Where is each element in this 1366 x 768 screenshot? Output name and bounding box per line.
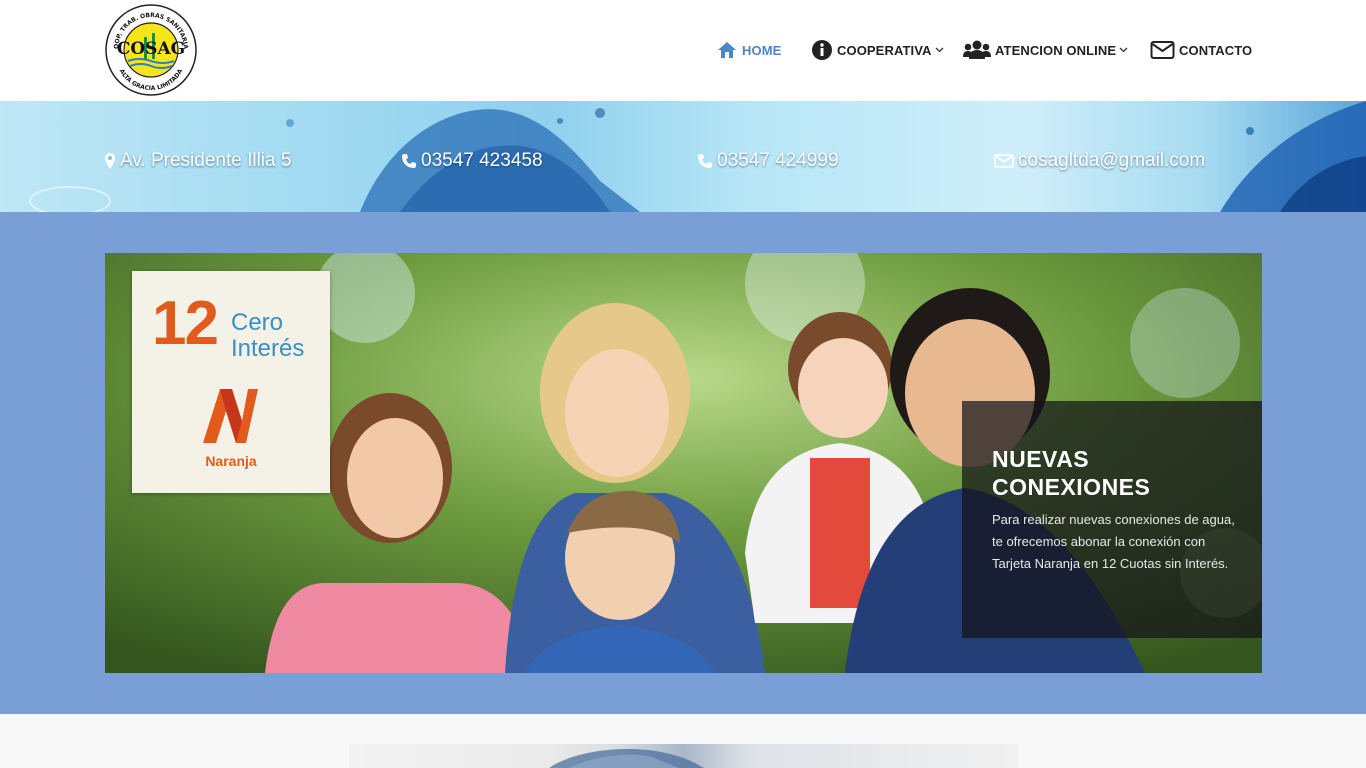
slider-section: 12 Cero Interés Naranja NUEVAS CONEXIONE… [0, 212, 1366, 714]
phone-icon [697, 153, 713, 169]
naranja-logo-icon [198, 381, 264, 454]
promo-line-2: Interés [231, 335, 305, 362]
phone-1-text[interactable]: 03547 423458 [421, 150, 543, 172]
phone-2-info: 03547 424999 [697, 147, 839, 175]
nav-contacto-label: CONTACTO [1179, 42, 1253, 58]
phone-icon [401, 153, 417, 169]
nav-contacto[interactable]: CONTACTO [1150, 30, 1252, 70]
info-circle-icon [811, 39, 833, 61]
nav-cooperativa[interactable]: COOPERATIVA [811, 30, 944, 70]
envelope-icon [1150, 40, 1175, 60]
promo-brand: Naranja [205, 453, 257, 469]
home-icon [716, 40, 738, 60]
chevron-down-icon [1119, 47, 1128, 53]
email-info: cosagltda@gmail.com [994, 147, 1205, 175]
nav-atencion-online[interactable]: ATENCION ONLINE [963, 30, 1128, 70]
promo-line-1: Cero [231, 309, 284, 336]
phone-1-info: 03547 423458 [401, 147, 543, 175]
caption-text: Para realizar nuevas conexiones de agua,… [992, 512, 1235, 571]
caption-title: NUEVAS CONEXIONES [992, 446, 1151, 500]
chevron-down-icon [935, 47, 944, 53]
email-text[interactable]: cosagltda@gmail.com [1018, 150, 1205, 172]
nav-home-label: HOME [742, 42, 782, 58]
promo-card: 12 Cero Interés Naranja [132, 271, 330, 493]
phone-2-text[interactable]: 03547 424999 [717, 150, 839, 172]
address-text: Av. Presidente Illia 5 [120, 150, 292, 171]
content-section [0, 714, 1366, 768]
address-info: Av. Presidente Illia 5 [104, 147, 291, 175]
map-marker-icon [104, 152, 116, 170]
main-nav: HOME COOPERATIVA ATENCION ONLINE CONTACT… [0, 30, 1366, 70]
slide-image[interactable]: 12 Cero Interés Naranja NUEVAS CONEXIONE… [105, 253, 1262, 673]
contact-band: Av. Presidente Illia 5 03547 423458 0354… [0, 101, 1366, 212]
slide-caption: NUEVAS CONEXIONES Para realizar nuevas c… [962, 401, 1262, 638]
promo-number: 12 [152, 289, 219, 358]
envelope-outline-icon [994, 153, 1014, 169]
users-icon [963, 39, 991, 61]
nav-cooperativa-label: COOPERATIVA [837, 42, 932, 58]
nav-atencion-online-label: ATENCION ONLINE [995, 42, 1117, 58]
site-header: COSAG COOP. TRAB. OBRAS SANITARIAS ALTA … [0, 0, 1366, 101]
content-image [349, 744, 1018, 768]
nav-home[interactable]: HOME [716, 30, 781, 70]
water-drop-image [549, 748, 704, 768]
